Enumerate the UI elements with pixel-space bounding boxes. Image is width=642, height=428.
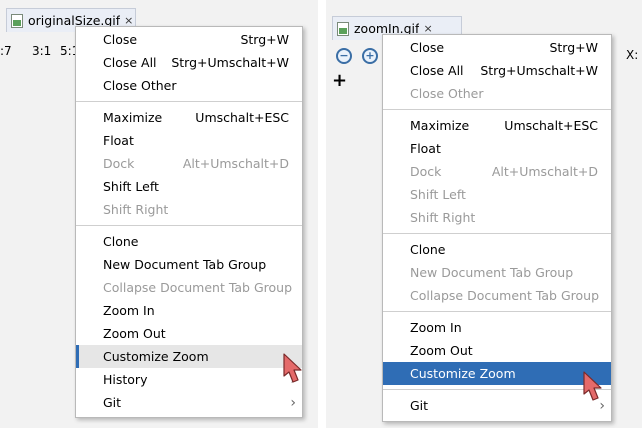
- menu-item-collapse-document-tab-group: Collapse Document Tab Group: [103, 280, 293, 295]
- menu-item-history[interactable]: History: [76, 368, 302, 391]
- menu-item-zoom-in[interactable]: Zoom In: [76, 299, 302, 322]
- zoom-ratio-button[interactable]: X:: [626, 48, 638, 62]
- tab-context-menu: Close Strg+W Close All Strg+Umschalt+W C…: [382, 34, 612, 422]
- image-file-icon: [11, 13, 23, 28]
- menu-item-shift-right: Shift Right: [410, 210, 476, 225]
- menu-separator: [383, 389, 611, 390]
- menu-item-dock: Dock Alt+Umschalt+D: [410, 164, 598, 179]
- split-divider[interactable]: [318, 0, 326, 428]
- menu-item-shift-left[interactable]: Shift Left: [76, 175, 302, 198]
- menu-item-new-document-tab-group: New Document Tab Group: [410, 265, 574, 280]
- menu-item-collapse-document-tab-group: Collapse Document Tab Group: [410, 288, 600, 303]
- menu-item-dock: Dock Alt+Umschalt+D: [103, 156, 289, 171]
- menu-item-close[interactable]: Close Strg+W: [76, 28, 302, 51]
- zoom-ratio-button[interactable]: 3:1: [32, 44, 51, 58]
- image-file-icon: [337, 21, 349, 36]
- menu-item-git[interactable]: Git: [383, 394, 611, 417]
- menu-item-git[interactable]: Git: [76, 391, 302, 414]
- menu-item-clone[interactable]: Clone: [383, 238, 611, 261]
- menu-item-close[interactable]: Close Strg+W: [383, 36, 611, 59]
- tab-context-menu: Close Strg+W Close All Strg+Umschalt+W C…: [75, 26, 303, 418]
- menu-item-close-all[interactable]: Close All Strg+Umschalt+W: [76, 51, 302, 74]
- menu-item-maximize[interactable]: Maximize Umschalt+ESC: [383, 114, 611, 137]
- menu-item-close-all[interactable]: Close All Strg+Umschalt+W: [383, 59, 611, 82]
- menu-item-customize-zoom[interactable]: Customize Zoom: [76, 345, 302, 368]
- menu-item-maximize[interactable]: Maximize Umschalt+ESC: [76, 106, 302, 129]
- zoom-out-icon[interactable]: −: [336, 48, 352, 64]
- menu-separator: [76, 225, 302, 226]
- menu-item-clone[interactable]: Clone: [76, 230, 302, 253]
- menu-item-shift-right: Shift Right: [103, 202, 169, 217]
- menu-item-zoom-out[interactable]: Zoom Out: [383, 339, 611, 362]
- menu-item-new-document-tab-group[interactable]: New Document Tab Group: [76, 253, 302, 276]
- menu-separator: [383, 109, 611, 110]
- right-tab-strip: zoomIn.gif ×: [326, 0, 642, 40]
- menu-item-close-other[interactable]: Close Other: [76, 74, 302, 97]
- zoom-in-icon[interactable]: +: [362, 48, 378, 64]
- menu-item-zoom-out[interactable]: Zoom Out: [76, 322, 302, 345]
- menu-item-float[interactable]: Float: [383, 137, 611, 160]
- crosshair-icon: +: [332, 70, 348, 91]
- zoom-ratio-button[interactable]: :7: [0, 44, 12, 58]
- mouse-cursor-icon: [283, 353, 302, 383]
- mouse-cursor-icon: [583, 371, 602, 401]
- menu-item-close-other: Close Other: [410, 86, 484, 101]
- menu-separator: [383, 233, 611, 234]
- menu-separator: [76, 101, 302, 102]
- menu-item-shift-left: Shift Left: [410, 187, 466, 202]
- menu-item-customize-zoom[interactable]: Customize Zoom: [383, 362, 611, 385]
- menu-item-zoom-in[interactable]: Zoom In: [383, 316, 611, 339]
- menu-separator: [383, 311, 611, 312]
- menu-item-float[interactable]: Float: [76, 129, 302, 152]
